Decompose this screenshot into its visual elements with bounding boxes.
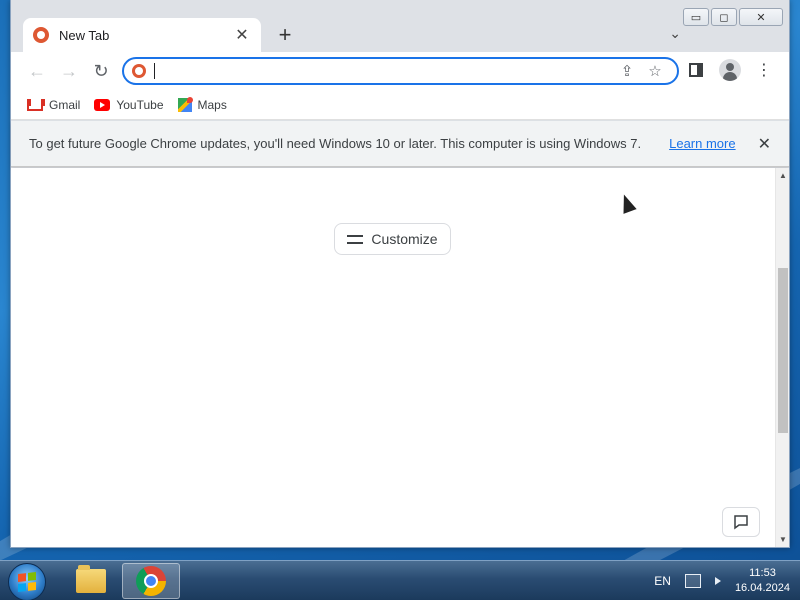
bookmark-maps[interactable]: Maps [177,96,227,112]
menu-button[interactable]: ⋮ [749,55,779,85]
reload-button[interactable]: ↻ [85,55,117,87]
infobar-close-icon[interactable]: ✕ [758,134,771,154]
profile-button[interactable] [715,55,745,85]
update-infobar: To get future Google Chrome updates, you… [11,121,789,167]
system-tray: EN 11:53 16.04.2024 [654,561,790,600]
youtube-icon [94,98,111,111]
clock-date: 16.04.2024 [734,582,790,594]
tab-search-button[interactable]: ⌄ [669,25,681,42]
taskbar-chrome[interactable] [122,563,180,599]
gmail-icon [27,98,45,111]
scroll-down-icon[interactable]: ▼ [779,535,787,544]
infobar-message: To get future Google Chrome updates, you… [29,136,642,151]
folder-icon [76,565,106,593]
maps-icon [177,96,193,112]
taskbar: EN 11:53 16.04.2024 [0,560,800,600]
tab-strip: New Tab ✕ + ⌄ [11,0,789,52]
toolbar: ← → ↻ ⇪ ☆ ⋮ [11,52,789,90]
duckduckgo-icon [132,64,146,78]
toolbar-right: ⋮ [681,55,779,85]
bookmark-star-icon[interactable]: ☆ [641,62,669,80]
volume-muted-icon[interactable] [714,577,721,585]
bookmark-label: Maps [197,97,227,112]
avatar [719,59,741,81]
chat-icon [734,515,748,530]
windows-logo-icon [18,572,36,592]
page-scrollbar[interactable]: ▲ ▼ [775,168,789,547]
new-tab-page: Customize [11,168,777,547]
sliders-icon [347,232,364,246]
bookmark-label: Gmail [49,97,81,112]
scroll-thumb[interactable] [778,268,788,433]
bookmark-label: YouTube [116,97,164,112]
language-indicator[interactable]: EN [654,574,671,588]
start-button[interactable] [8,563,46,600]
address-input[interactable] [154,63,613,79]
customize-label: Customize [371,231,438,247]
chrome-icon [136,566,166,596]
clock[interactable]: 11:53 16.04.2024 [735,566,790,596]
taskbar-explorer[interactable] [62,563,120,599]
address-bar[interactable]: ⇪ ☆ [122,57,679,85]
chrome-window: ▭ ◻ ✕ New Tab ✕ + ⌄ ← → ↻ ⇪ ☆ ⋮ Gmail Yo… [10,0,790,548]
tab-new-tab[interactable]: New Tab ✕ [23,18,261,52]
side-panel-icon [689,63,703,77]
forward-button[interactable]: → [53,55,85,87]
back-button[interactable]: ← [21,55,53,87]
tab-close-icon[interactable]: ✕ [233,25,251,45]
network-icon[interactable] [684,574,701,588]
tab-title: New Tab [59,27,110,43]
customize-button[interactable]: Customize [334,223,451,255]
side-panel-button[interactable] [681,55,711,85]
bookmark-youtube[interactable]: YouTube [94,97,164,112]
scroll-up-icon[interactable]: ▲ [779,171,787,180]
clock-time: 11:53 [749,567,776,579]
bookmark-gmail[interactable]: Gmail [27,98,80,112]
new-tab-button[interactable]: + [273,24,297,46]
bookmarks-bar: Gmail YouTube Maps [11,90,789,120]
share-icon[interactable]: ⇪ [613,62,641,80]
learn-more-link[interactable]: Learn more [669,136,735,151]
feedback-button[interactable] [722,507,760,537]
duckduckgo-icon [33,27,49,43]
